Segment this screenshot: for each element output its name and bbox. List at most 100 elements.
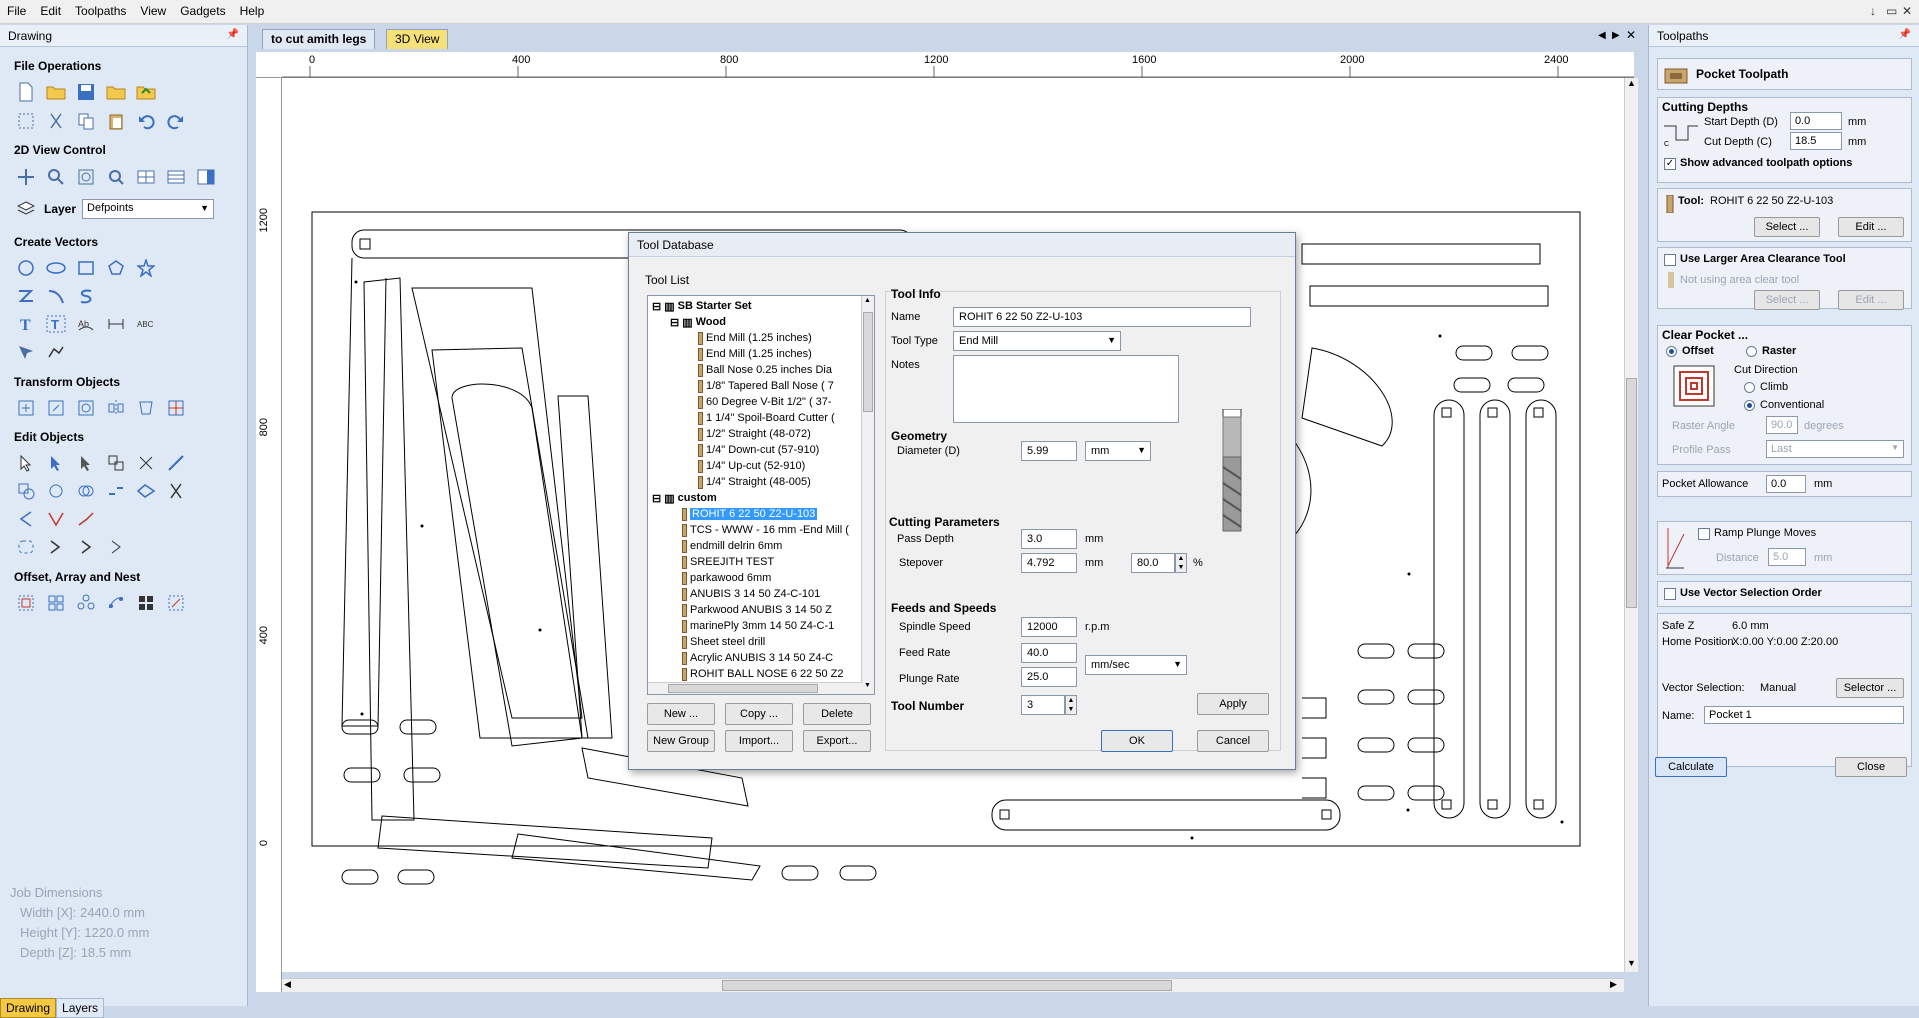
tool-tree-item[interactable]: SREEJITH TEST [682, 554, 774, 570]
cancel-button[interactable]: Cancel [1197, 730, 1269, 752]
apply-button[interactable]: Apply [1197, 693, 1269, 715]
units-select[interactable]: mm ▼ [1085, 441, 1151, 461]
text-box-icon[interactable]: T [44, 312, 68, 336]
offset-icon[interactable] [14, 591, 38, 615]
tool-tree-item[interactable]: 60 Degree V-Bit 1/2" ( 37- [698, 394, 832, 410]
close-document-icon[interactable]: ✕ [1626, 28, 1636, 42]
start-depth-input[interactable]: 0.0 [1790, 112, 1842, 130]
scroll-right-arrow-icon[interactable]: ▶ [1610, 979, 1617, 990]
cut-depth-input[interactable]: 18.5 [1790, 132, 1842, 150]
stepover-percent-input[interactable]: 80.0 [1131, 553, 1175, 573]
cut-icon[interactable] [44, 109, 68, 133]
rate-units-select[interactable]: mm/sec ▼ [1085, 655, 1187, 675]
polyline-icon[interactable] [14, 284, 38, 308]
notes-textarea[interactable] [953, 355, 1179, 423]
larger-area-checkbox[interactable] [1664, 254, 1676, 266]
tool-tree-item[interactable]: ANUBIS 3 14 50 Z4-C-101 [682, 586, 820, 602]
menu-view[interactable]: View [133, 0, 173, 22]
circle-icon[interactable] [14, 256, 38, 280]
fillet-icon[interactable] [134, 479, 158, 503]
dogbone-icon[interactable] [44, 507, 68, 531]
new-file-icon[interactable] [14, 80, 38, 104]
new-group-button[interactable]: New Group [647, 730, 715, 752]
climb-radio[interactable] [1744, 382, 1755, 393]
tool-tree-item[interactable]: Ball Nose 0.25 inches Dia [698, 362, 832, 378]
arc-icon[interactable] [44, 284, 68, 308]
dimension-icon[interactable] [104, 312, 128, 336]
scroll-right-icon[interactable]: ▶ [1612, 30, 1620, 41]
mirror-icon[interactable] [104, 396, 128, 420]
scroll-up-icon[interactable]: ▲ [864, 297, 871, 304]
ramp-distance-input[interactable]: 5.0 [1768, 548, 1806, 566]
offset-radio[interactable] [1666, 346, 1677, 357]
select-clear-tool-button[interactable]: Select ... [1754, 290, 1820, 310]
move-icon[interactable] [14, 396, 38, 420]
scroll-up-icon[interactable]: ▲ [1627, 78, 1636, 88]
import-button[interactable]: Import... [725, 730, 793, 752]
spindle-speed-input[interactable]: 12000 [1021, 617, 1077, 637]
scroll-down-icon[interactable]: ▼ [1627, 958, 1636, 968]
select-tool-button[interactable]: Select ... [1754, 217, 1820, 237]
paste-icon[interactable] [104, 109, 128, 133]
subtract-icon[interactable] [44, 479, 68, 503]
distort-icon[interactable] [134, 396, 158, 420]
stepover-input[interactable]: 4.792 [1021, 553, 1077, 573]
join-open-icon[interactable] [44, 535, 68, 559]
import-icon[interactable] [104, 80, 128, 104]
import-bitmap-icon[interactable] [134, 80, 158, 104]
pan-icon[interactable] [14, 165, 38, 189]
chevron-right-icon[interactable] [74, 535, 98, 559]
conventional-radio[interactable] [1744, 400, 1755, 411]
scroll-down-icon[interactable]: ▼ [864, 682, 871, 689]
auto-layout-text-icon[interactable]: ABC [134, 312, 158, 336]
redo-icon[interactable] [164, 109, 188, 133]
align-icon[interactable] [164, 396, 188, 420]
menu-gadgets[interactable]: Gadgets [173, 0, 232, 22]
tree-scroll-thumb[interactable] [863, 312, 873, 412]
angle-icon[interactable] [104, 535, 128, 559]
array-copy-icon[interactable] [44, 591, 68, 615]
selector-button[interactable]: Selector ... [1836, 678, 1904, 698]
text-on-curve-icon[interactable]: Ab [74, 312, 98, 336]
calculate-button[interactable]: Calculate [1655, 757, 1727, 777]
copy-icon[interactable] [74, 109, 98, 133]
tool-tree-item[interactable]: ROHIT 6 22 50 Z2-U-103 [682, 506, 818, 522]
new-tool-button[interactable]: New ... [647, 703, 715, 725]
open-file-icon[interactable] [44, 80, 68, 104]
zoom-extents-icon[interactable] [74, 165, 98, 189]
collapse-icon[interactable]: ⊟ [652, 492, 661, 505]
join-icon[interactable] [104, 479, 128, 503]
tool-tree-item[interactable]: End Mill (1.25 inches) [698, 346, 812, 362]
close-vector-icon[interactable] [14, 535, 38, 559]
layer-select[interactable]: Defpoints ▼ [82, 199, 215, 219]
tree-vertical-scrollbar[interactable]: ▲ ▼ [861, 296, 874, 694]
grid-view-icon[interactable] [134, 165, 158, 189]
tool-tree-item[interactable]: 1 1/4" Spoil-Board Cutter ( [698, 410, 835, 426]
show-advanced-checkbox[interactable]: ✓ [1664, 158, 1676, 170]
menu-toolpaths[interactable]: Toolpaths [68, 0, 133, 22]
tree-hscroll-thumb[interactable] [668, 684, 818, 693]
tool-name-input[interactable]: ROHIT 6 22 50 Z2-U-103 [953, 307, 1251, 327]
ellipse-icon[interactable] [44, 256, 68, 280]
weld-icon[interactable] [14, 479, 38, 503]
nest-parts-icon[interactable] [164, 591, 188, 615]
menu-file[interactable]: File [0, 0, 33, 22]
pin-icon[interactable]: 📌 [227, 29, 239, 40]
interactive-select-icon[interactable] [74, 451, 98, 475]
tool-number-input[interactable]: 3 [1021, 695, 1065, 715]
tool-number-spinner[interactable]: ▲ ▼ [1065, 695, 1077, 715]
tool-tree-item[interactable]: ROHIT BALL NOSE 6 22 50 Z2 [682, 666, 843, 682]
collapse-icon[interactable]: ⊟ [652, 300, 661, 313]
minimize-icon[interactable]: ↓ [1870, 4, 1876, 18]
vertical-scrollbar[interactable]: ▲ ▼ [1624, 78, 1638, 972]
horizontal-scrollbar[interactable]: ◀ ▶ [282, 978, 1624, 992]
select-icon[interactable] [14, 451, 38, 475]
tool-tree-item[interactable]: 1/4" Straight (48-005) [698, 474, 811, 490]
ok-button[interactable]: OK [1101, 730, 1173, 752]
layers-view-icon[interactable] [164, 165, 188, 189]
intersect-icon[interactable] [74, 479, 98, 503]
tool-tree-item[interactable]: 1/4" Up-cut (52-910) [698, 458, 805, 474]
zoom-icon[interactable] [44, 165, 68, 189]
pin-icon[interactable]: 📌 [1899, 29, 1911, 40]
smart-snap-icon[interactable] [164, 451, 188, 475]
